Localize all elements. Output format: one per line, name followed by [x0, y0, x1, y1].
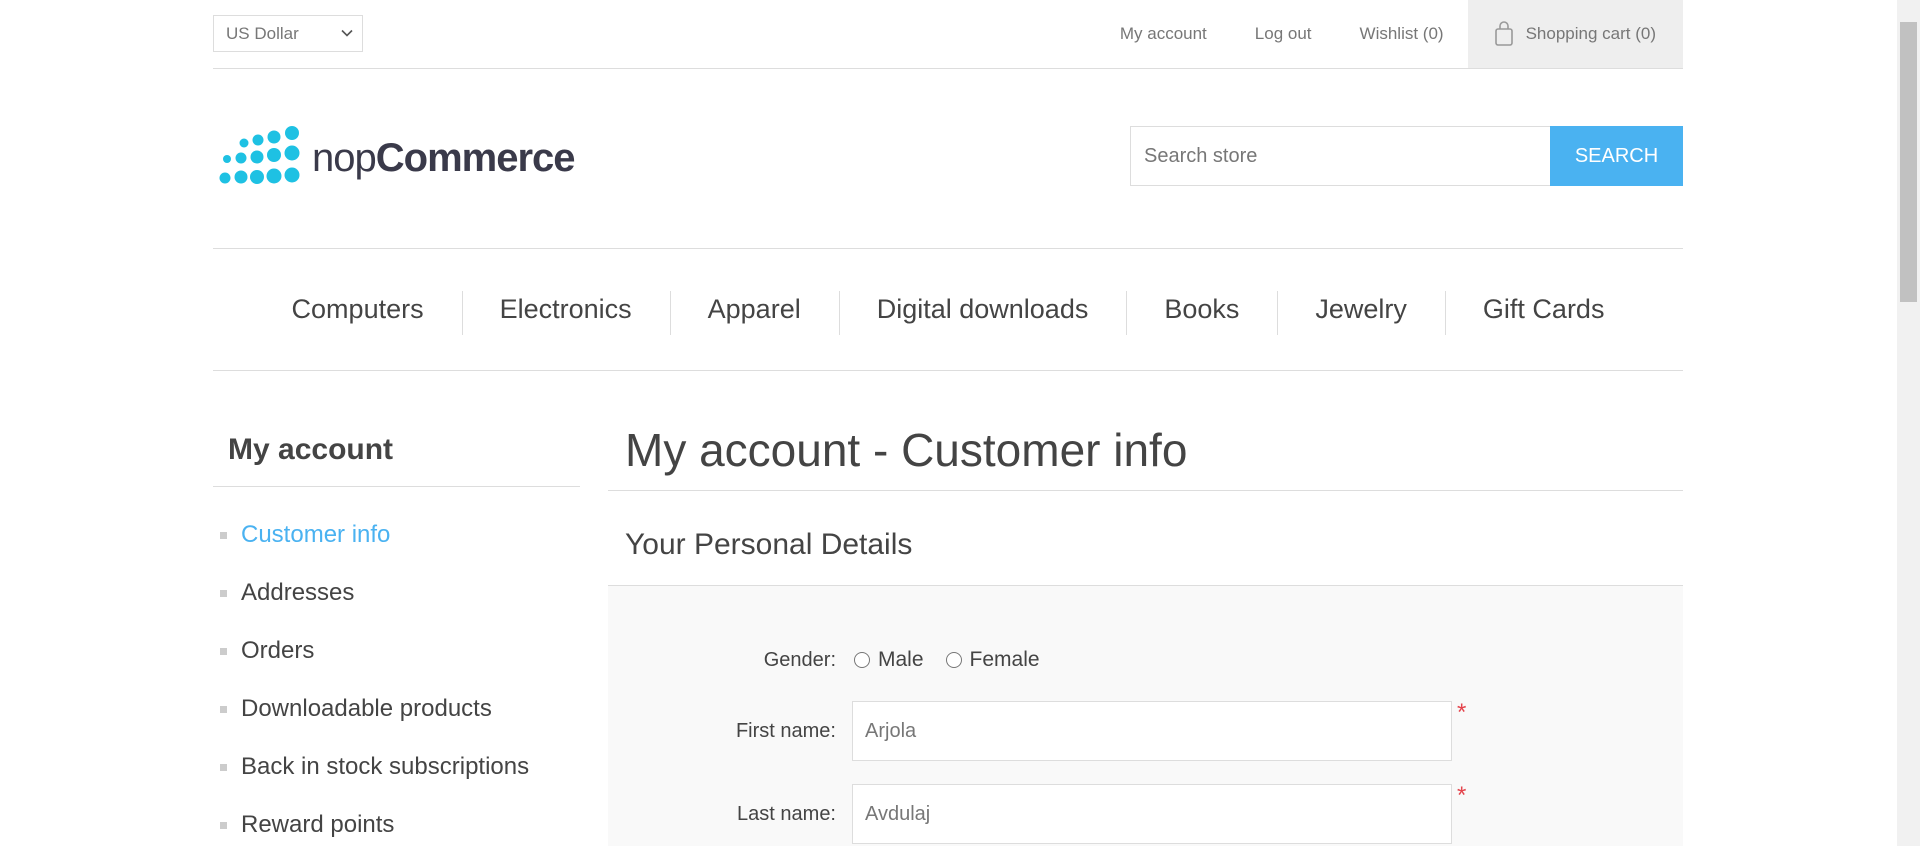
required-marker: *	[1457, 782, 1467, 809]
gender-male-radio[interactable]: Male	[854, 648, 924, 672]
menu-item-apparel[interactable]: Apparel	[669, 291, 839, 335]
log-out-link[interactable]: Log out	[1231, 0, 1336, 68]
header-links: My account Log out Wishlist (0) Shopping…	[1096, 0, 1683, 68]
sidebar-item-label: Downloadable products	[241, 695, 492, 722]
menu-item-computers[interactable]: Computers	[254, 294, 462, 325]
radio-circle-icon	[945, 652, 962, 668]
my-account-link[interactable]: My account	[1096, 0, 1231, 68]
search-input[interactable]	[1130, 126, 1550, 186]
sidebar-title: My account	[213, 420, 580, 487]
sidebar-item-label: Customer info	[241, 521, 391, 548]
customer-info-form: Gender: Male Female First name: * Last n…	[608, 586, 1683, 846]
gender-label: Gender:	[763, 648, 836, 671]
bullet-icon	[220, 821, 227, 829]
bullet-icon	[220, 705, 227, 713]
sidebar-item-reward-points[interactable]: Reward points	[213, 796, 580, 854]
sidebar-item-label: Reward points	[241, 811, 395, 838]
sidebar-item-downloadable-products[interactable]: Downloadable products	[213, 680, 580, 738]
sidebar-item-label: Back in stock subscriptions	[241, 753, 530, 780]
logo-wordmark: nopCommerce	[312, 136, 576, 180]
last-name-row: Last name: *	[608, 782, 1683, 844]
store-search: SEARCH	[1130, 126, 1683, 186]
gender-male-label: Male	[878, 648, 924, 671]
account-navigation: Customer info Addresses Orders Downloada…	[213, 506, 580, 854]
sidebar-item-customer-info[interactable]: Customer info	[213, 506, 580, 564]
shopping-bag-icon	[1494, 21, 1513, 46]
menu-item-electronics[interactable]: Electronics	[461, 291, 670, 335]
bullet-icon	[220, 589, 227, 597]
menu-item-digital-downloads[interactable]: Digital downloads	[838, 291, 1127, 335]
nopcommerce-logo-icon	[219, 126, 300, 184]
menu-item-jewelry[interactable]: Jewelry	[1277, 291, 1445, 335]
sidebar-item-back-in-stock-subscriptions[interactable]: Back in stock subscriptions	[213, 738, 580, 796]
last-name-field[interactable]	[852, 784, 1452, 844]
sidebar-item-label: Addresses	[241, 579, 355, 606]
bullet-icon	[220, 531, 227, 539]
wishlist-link[interactable]: Wishlist (0)	[1336, 0, 1468, 68]
store-logo[interactable]: nopCommerce	[214, 125, 584, 191]
page-scrollbar[interactable]	[1897, 0, 1920, 846]
gender-row: Gender: Male Female	[608, 640, 1683, 680]
logo-text-bold: Commerce	[375, 136, 576, 180]
last-name-label: Last name:	[737, 802, 836, 825]
shopping-cart-link[interactable]: Shopping cart (0)	[1467, 0, 1683, 68]
bullet-icon	[220, 763, 227, 771]
header-links-bar: US Dollar My account Log out Wishlist (0…	[213, 0, 1683, 69]
page-title: My account - Customer info	[608, 418, 1683, 491]
scrollbar-thumb[interactable]	[1900, 22, 1917, 302]
first-name-row: First name: *	[608, 699, 1683, 761]
category-menu: Computers Electronics Apparel Digital do…	[213, 248, 1683, 371]
required-marker: *	[1457, 699, 1467, 726]
search-button[interactable]: SEARCH	[1550, 126, 1683, 186]
first-name-label: First name:	[735, 719, 836, 742]
bullet-icon	[220, 647, 227, 655]
sidebar-item-addresses[interactable]: Addresses	[213, 564, 580, 622]
menu-item-books[interactable]: Books	[1126, 291, 1277, 335]
gender-female-radio[interactable]: Female	[945, 648, 1040, 672]
currency-selector[interactable]: US Dollar	[213, 15, 363, 52]
section-title: Your Personal Details	[608, 491, 1683, 586]
first-name-field[interactable]	[852, 701, 1452, 761]
chevron-down-icon	[341, 29, 353, 37]
sidebar-item-label: Orders	[241, 637, 315, 664]
sidebar-item-orders[interactable]: Orders	[213, 622, 580, 680]
logo-text-light: nop	[312, 136, 377, 180]
shopping-cart-label: Shopping cart (0)	[1525, 24, 1656, 43]
menu-item-gift-cards[interactable]: Gift Cards	[1444, 291, 1643, 335]
radio-circle-icon	[854, 652, 870, 668]
gender-female-label: Female	[969, 648, 1040, 671]
currency-selected-value: US Dollar	[226, 23, 299, 43]
